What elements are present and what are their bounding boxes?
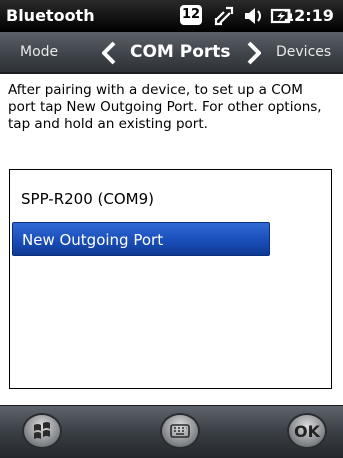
- bottom-bar: OK: [0, 405, 343, 458]
- list-item-new-outgoing-port[interactable]: New Outgoing Port: [12, 222, 270, 256]
- keyboard-button[interactable]: [160, 413, 200, 449]
- start-button[interactable]: [22, 413, 62, 449]
- tab-navigation: Mode COM Ports Devices: [0, 32, 343, 74]
- chevron-left-icon[interactable]: [100, 41, 118, 65]
- chevron-right-icon[interactable]: [245, 41, 263, 65]
- clock[interactable]: 12:19: [283, 6, 334, 25]
- app-title: Bluetooth: [6, 6, 95, 25]
- com-port-list[interactable]: SPP-R200 (COM9) New Outgoing Port: [9, 169, 332, 389]
- list-item-label: New Outgoing Port: [22, 231, 164, 249]
- status-bar: Bluetooth 12 12:19: [0, 0, 343, 32]
- notification-badge-icon[interactable]: 12: [180, 5, 202, 25]
- ok-button[interactable]: OK: [287, 413, 327, 449]
- windows-start-icon: [34, 422, 50, 439]
- connectivity-icon[interactable]: [212, 5, 236, 27]
- volume-icon[interactable]: [242, 5, 266, 27]
- ok-icon: OK: [294, 422, 320, 441]
- tab-com-ports: COM Ports: [130, 42, 231, 62]
- tab-devices[interactable]: Devices: [276, 44, 331, 60]
- instructions-text: After pairing with a device, to set up a…: [8, 82, 322, 132]
- keyboard-icon: [170, 424, 190, 438]
- tab-mode[interactable]: Mode: [20, 44, 58, 60]
- list-item-spp-r200[interactable]: SPP-R200 (COM9): [21, 190, 154, 208]
